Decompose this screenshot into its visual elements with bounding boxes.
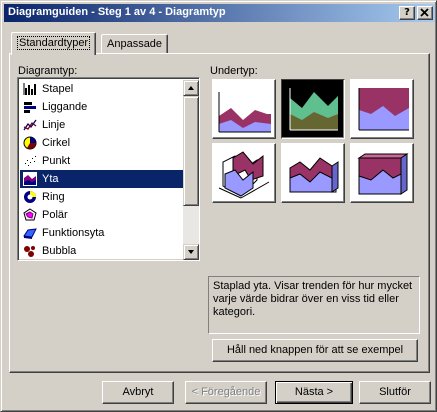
horizontal-bar-chart-icon (24, 102, 36, 113)
list-item-bubbla[interactable]: Bubbla (20, 242, 183, 260)
preview-button-label: Håll ned knappen för att se exempel (226, 344, 404, 356)
list-item-punkt[interactable]: Punkt (20, 152, 183, 170)
area-chart-icon (23, 172, 37, 186)
pie-chart-icon (23, 136, 37, 150)
3d-percent-stacked-area-subtype-icon (357, 153, 409, 195)
cancel-button[interactable]: Avbryt (102, 381, 174, 404)
bubble-chart-icon (24, 246, 35, 257)
tab-standard-types[interactable]: Standardtyper (11, 32, 97, 55)
subtype-stacked-area[interactable] (281, 79, 345, 139)
list-item-stapel[interactable]: Stapel (20, 80, 183, 98)
tab-custom-types[interactable]: Anpassade (101, 34, 169, 53)
chart-type-list[interactable]: Stapel Liggande Linje Cirkel Punkt Yta R… (17, 77, 200, 261)
list-item-label: Liggande (42, 101, 88, 113)
stacked-area-subtype-icon (286, 84, 342, 136)
title-bar[interactable]: Diagramguiden - Steg 1 av 4 - Diagramtyp… (4, 4, 435, 22)
scatter-chart-icon (25, 156, 36, 166)
close-icon (420, 8, 429, 17)
subtype-label: Undertyp: (210, 65, 258, 77)
list-item-funktionsyta[interactable]: Funktionsyta (20, 224, 183, 242)
list-item-liggande[interactable]: Liggande (20, 98, 183, 116)
radar-chart-icon (23, 208, 37, 221)
3d-stacked-area-subtype-icon (289, 157, 339, 193)
list-item-label: Stapel (42, 83, 74, 95)
tab-label: Standardtyper (17, 36, 91, 50)
list-item-ring[interactable]: Ring (20, 188, 183, 206)
arrow-down-icon (188, 250, 194, 254)
list-item-yta[interactable]: Yta (20, 170, 183, 188)
list-scrollbar[interactable] (183, 80, 199, 260)
arrow-up-icon (188, 86, 194, 90)
list-item-label: Bubbla (42, 245, 77, 257)
list-item-linje[interactable]: Linje (20, 116, 183, 134)
3d-area-subtype-icon (218, 151, 270, 199)
list-item-cirkel[interactable]: Cirkel (20, 134, 183, 152)
scroll-thumb[interactable] (183, 96, 199, 206)
finish-button[interactable]: Slutför (359, 381, 431, 404)
bar-chart-icon (23, 83, 36, 95)
subtype-3d-stacked-area[interactable] (281, 143, 345, 203)
percent-stacked-area-subtype-icon (358, 88, 409, 131)
list-item-label: Funktionsyta (42, 227, 105, 239)
window-title: Diagramguiden - Steg 1 av 4 - Diagramtyp (8, 6, 226, 18)
preview-button[interactable]: Håll ned knappen för att se exempel (212, 339, 418, 362)
help-button[interactable]: ? (399, 6, 415, 20)
subtype-description: Staplad yta. Visar trenden för hur mycke… (208, 276, 420, 334)
subtype-area[interactable] (212, 79, 276, 139)
list-item-label: Polär (42, 209, 68, 221)
close-button[interactable] (417, 6, 433, 20)
scroll-down-button[interactable] (183, 244, 199, 260)
area-subtype-icon (218, 92, 271, 133)
list-item-polar[interactable]: Polär (20, 206, 183, 224)
tab-label: Anpassade (107, 38, 163, 50)
next-button[interactable]: Nästa > (275, 381, 353, 404)
list-item-label: Ring (42, 191, 65, 203)
scroll-up-button[interactable] (183, 80, 199, 96)
subtype-3d-area[interactable] (212, 143, 276, 203)
list-item-label: Cirkel (42, 137, 71, 149)
chart-wizard-dialog: Diagramguiden - Steg 1 av 4 - Diagramtyp… (0, 0, 437, 412)
list-item-label: Punkt (42, 155, 71, 167)
chart-type-label: Diagramtyp: (18, 65, 78, 77)
subtype-3d-100-stacked-area[interactable] (350, 143, 414, 203)
line-chart-icon (23, 119, 37, 131)
surface-chart-icon (23, 228, 37, 239)
doughnut-chart-icon (24, 191, 36, 203)
back-button[interactable]: < Föregående (185, 381, 267, 404)
subtype-100-stacked-area[interactable] (350, 79, 414, 139)
list-item-label: Linje (42, 119, 66, 131)
list-item-label: Yta (42, 173, 59, 185)
